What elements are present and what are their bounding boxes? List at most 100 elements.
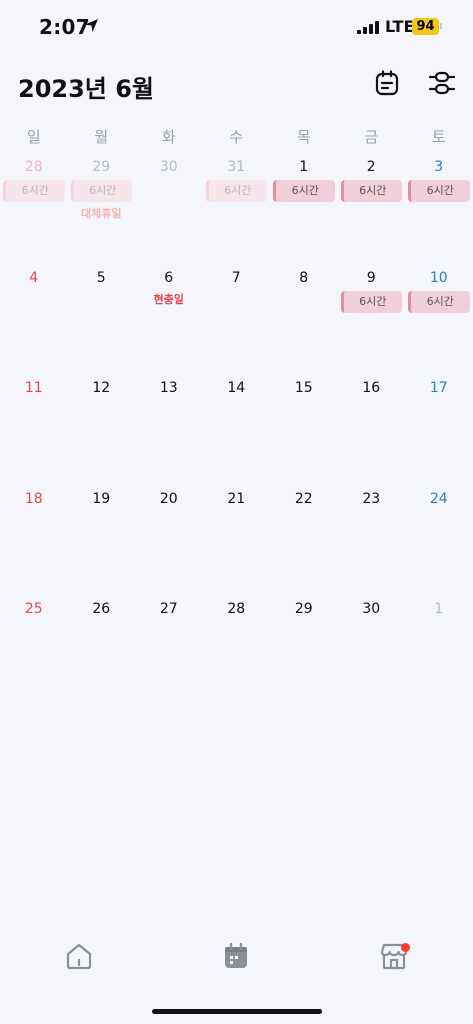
day-number: 22: [294, 490, 313, 507]
day-cell[interactable]: 29: [270, 601, 338, 711]
day-cell[interactable]: 24: [405, 491, 473, 601]
day-number: 19: [92, 490, 111, 507]
day-cell[interactable]: 1: [405, 601, 473, 711]
holiday-label: 현충일: [153, 292, 184, 306]
day-cell[interactable]: 31 6시간: [203, 159, 271, 269]
day-cell[interactable]: 22: [270, 491, 338, 601]
notification-dot: [401, 943, 410, 952]
shift-event[interactable]: 6시간: [340, 290, 402, 313]
weekday-label: 월: [94, 128, 109, 146]
signal-icon: [357, 21, 379, 34]
day-number: 15: [294, 380, 313, 396]
day-number: 17: [429, 380, 448, 396]
day-cell[interactable]: 29 6시간대체휴일: [68, 159, 136, 269]
day-cell[interactable]: 20: [135, 491, 203, 601]
day-number: 5: [96, 269, 106, 286]
day-cell[interactable]: 13: [135, 380, 203, 490]
day-cell[interactable]: 18: [0, 491, 68, 601]
day-number: 27: [159, 601, 178, 617]
weekday-header: 일월화수목금토: [0, 126, 473, 146]
shift-event[interactable]: 6시간: [3, 180, 65, 202]
weekday-label: 토: [431, 128, 446, 146]
day-number: 25: [24, 601, 43, 617]
day-number: 8: [299, 269, 309, 286]
day-number: 31: [227, 159, 246, 175]
day-cell[interactable]: 16: [338, 380, 406, 490]
calendar-icon[interactable]: [220, 940, 252, 972]
day-cell[interactable]: 21: [203, 491, 271, 601]
holiday-label: 대체휴일: [81, 207, 122, 220]
day-cell[interactable]: 9 6시간: [338, 270, 406, 380]
day-cell[interactable]: 28: [203, 601, 271, 711]
day-cell[interactable]: 10 6시간: [405, 270, 473, 380]
day-cell[interactable]: 30: [135, 159, 203, 269]
page-title[interactable]: 2023년 6월: [18, 69, 154, 104]
day-number: 16: [362, 380, 381, 396]
day-cell[interactable]: 28 6시간: [0, 159, 68, 269]
home-indicator[interactable]: [152, 1009, 322, 1014]
filter-icon[interactable]: [428, 69, 456, 97]
weekday-label: 수: [229, 128, 244, 146]
day-cell[interactable]: 2 6시간: [338, 159, 406, 269]
day-number: 29: [92, 159, 111, 175]
day-number: 29: [294, 601, 313, 617]
weekday-label: 화: [161, 128, 176, 146]
day-cell[interactable]: 3 6시간: [405, 159, 473, 269]
day-number: 23: [362, 490, 381, 507]
day-number: 9: [366, 269, 376, 286]
day-number: 12: [92, 380, 111, 396]
day-cell[interactable]: 11: [0, 380, 68, 490]
status-bar: 2:07 LTE 94: [0, 0, 473, 54]
day-cell[interactable]: 12: [68, 380, 136, 490]
day-number: 13: [159, 380, 178, 396]
shift-event[interactable]: 6시간: [205, 180, 267, 202]
day-cell[interactable]: 19: [68, 491, 136, 601]
day-number: 21: [227, 490, 246, 507]
weekday-label: 목: [296, 128, 311, 146]
day-cell[interactable]: 17: [405, 380, 473, 490]
day-number: 6: [164, 269, 174, 286]
shift-event[interactable]: 6시간: [340, 180, 402, 202]
day-number: 24: [429, 490, 448, 507]
day-number: 2: [366, 159, 376, 175]
day-number: 26: [92, 601, 111, 617]
weekday-label: 일: [26, 128, 41, 146]
day-number: 1: [434, 601, 444, 617]
battery-icon: 94: [412, 18, 439, 35]
day-number: 14: [227, 380, 246, 396]
day-cell[interactable]: 5: [68, 270, 136, 380]
day-cell[interactable]: 25: [0, 601, 68, 711]
location-arrow-icon: [84, 18, 99, 33]
day-cell[interactable]: 7: [203, 270, 271, 380]
day-number: 4: [29, 269, 39, 286]
shift-event[interactable]: 6시간: [70, 180, 132, 202]
day-cell[interactable]: 6 현충일: [135, 270, 203, 380]
day-cell[interactable]: 4: [0, 270, 68, 380]
day-number: 28: [24, 159, 43, 175]
shift-event[interactable]: 6시간: [408, 290, 470, 313]
day-cell[interactable]: 1 6시간: [270, 159, 338, 269]
day-number: 28: [227, 601, 246, 617]
memo-icon[interactable]: [373, 69, 401, 97]
day-cell[interactable]: 30: [338, 601, 406, 711]
day-cell[interactable]: 15: [270, 380, 338, 490]
day-number: 3: [434, 159, 444, 175]
day-cell[interactable]: 14: [203, 380, 271, 490]
home-icon[interactable]: [63, 940, 95, 972]
day-number: 20: [159, 490, 178, 507]
day-number: 18: [24, 490, 43, 507]
day-number: 30: [362, 601, 381, 617]
shift-event[interactable]: 6시간: [273, 180, 335, 202]
day-number: 10: [429, 269, 448, 286]
day-cell[interactable]: 26: [68, 601, 136, 711]
weekday-label: 금: [364, 128, 379, 146]
battery-tip: [440, 23, 442, 29]
day-cell[interactable]: 27: [135, 601, 203, 711]
status-time: 2:07: [39, 15, 90, 39]
day-number: 11: [24, 380, 43, 396]
day-number: 1: [299, 159, 309, 175]
shift-event[interactable]: 6시간: [408, 180, 470, 202]
day-number: 7: [231, 269, 241, 286]
day-cell[interactable]: 8: [270, 270, 338, 380]
day-cell[interactable]: 23: [338, 491, 406, 601]
